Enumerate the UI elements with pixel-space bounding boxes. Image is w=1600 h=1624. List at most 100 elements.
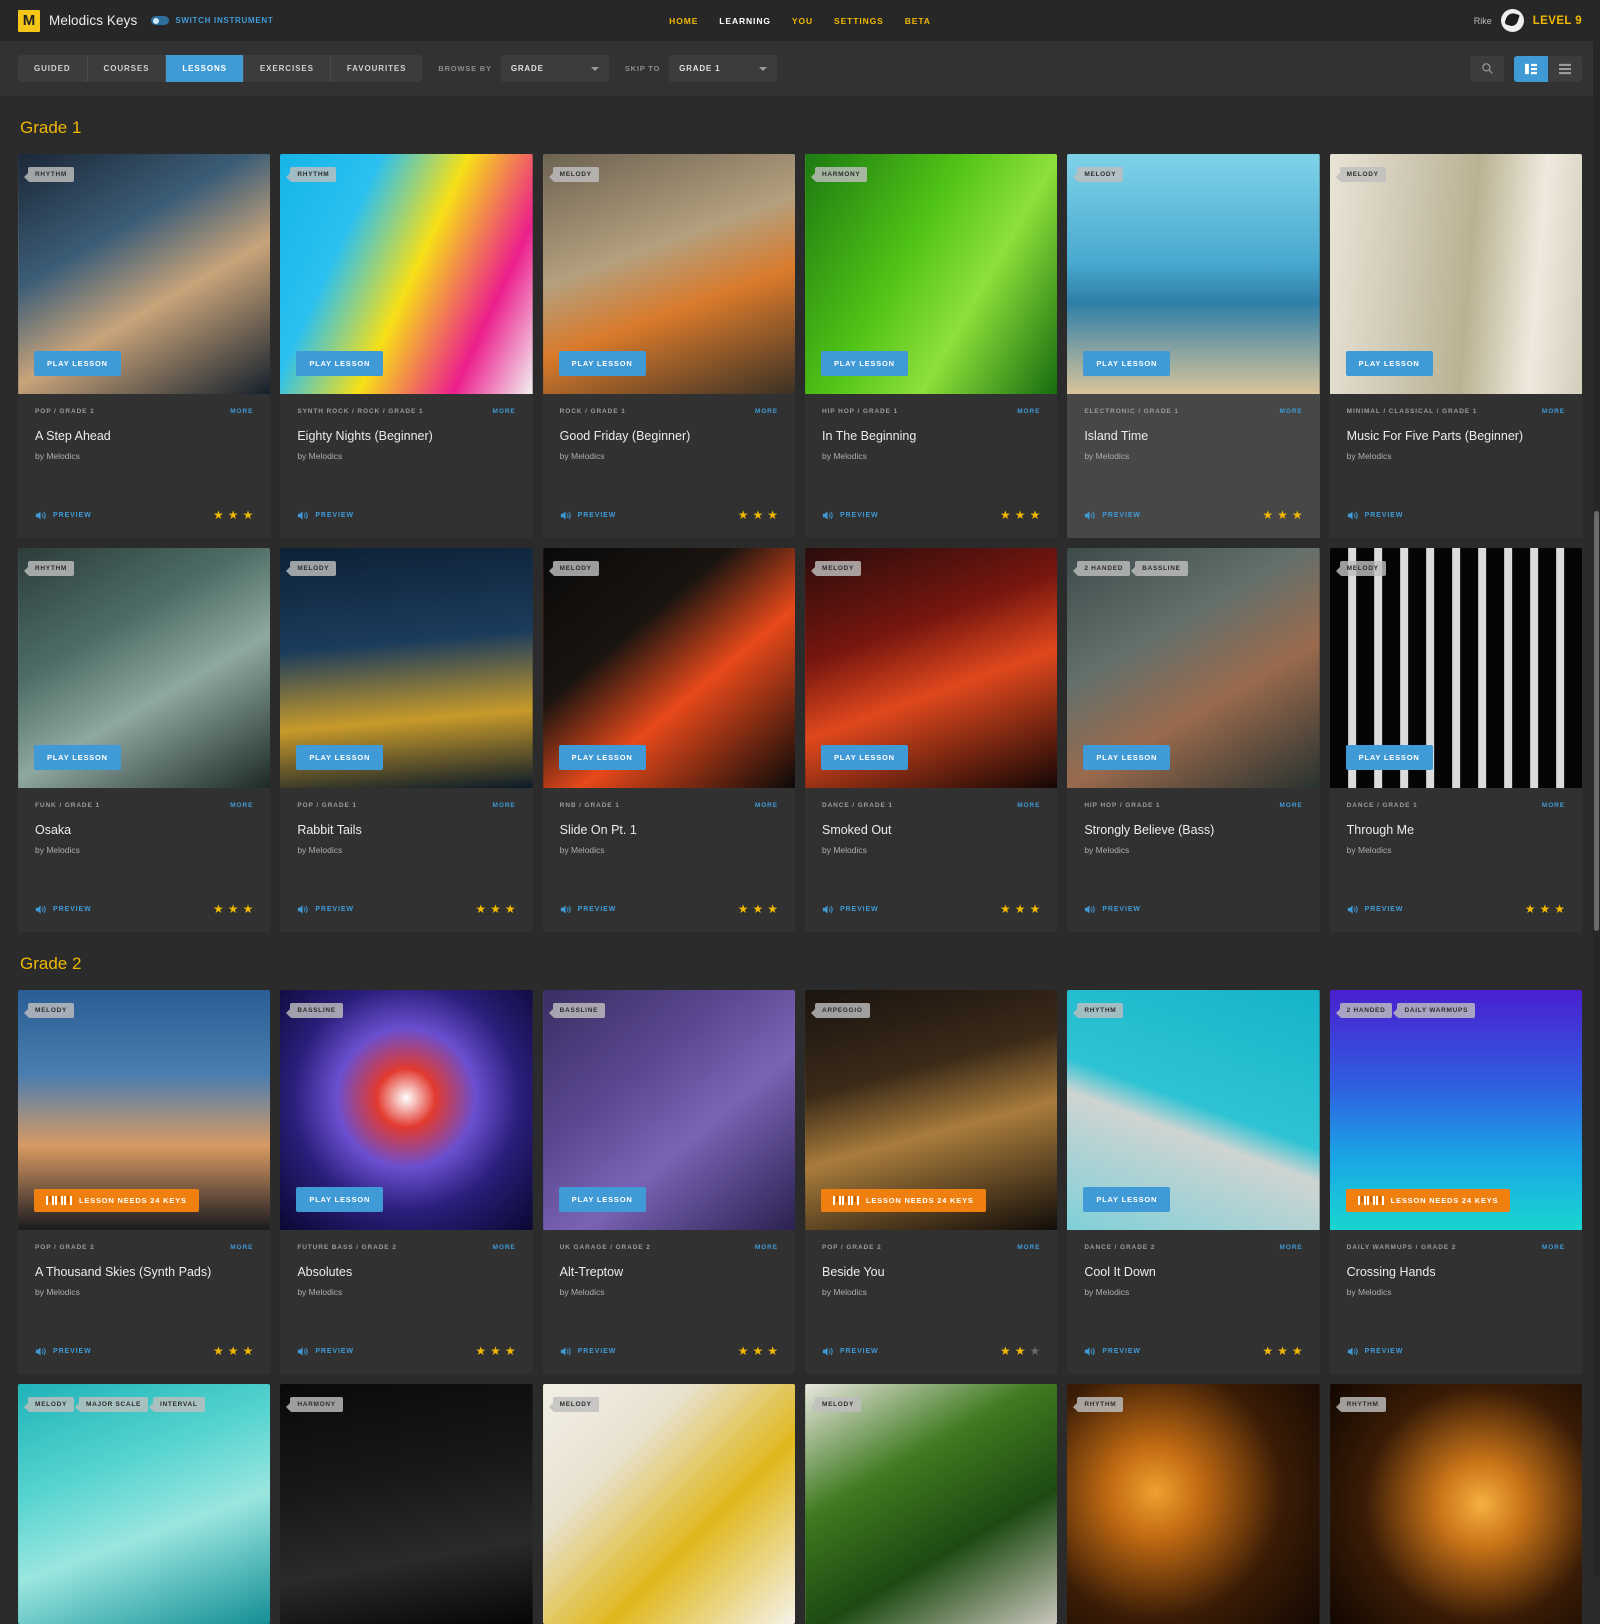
more-link[interactable]: MORE <box>1017 408 1040 415</box>
lesson-artwork[interactable]: MELODY PLAY LESSON <box>542 548 795 788</box>
lesson-artwork[interactable]: BASSLINE PLAY LESSON <box>280 990 533 1230</box>
more-link[interactable]: MORE <box>493 802 516 809</box>
lesson-artwork[interactable]: MELODY PLAY LESSON <box>280 548 533 788</box>
lesson-card[interactable]: MELODY <box>804 1384 1058 1624</box>
preview-button[interactable]: PREVIEW <box>560 904 617 915</box>
lesson-card[interactable]: HARMONY PLAY LESSON HIP HOP / GRADE 1 MORE I… <box>804 154 1058 538</box>
lesson-artwork[interactable]: HARMONY <box>280 1384 533 1624</box>
lesson-artwork[interactable]: MELODY PLAY LESSON <box>542 154 795 394</box>
lesson-card[interactable]: MELODY PLAY LESSON POP / GRADE 1 MORE Rabbit… <box>280 548 533 932</box>
preview-button[interactable]: PREVIEW <box>822 1346 879 1357</box>
more-link[interactable]: MORE <box>230 1244 253 1251</box>
tab-lessons[interactable]: LESSONS <box>166 55 244 82</box>
more-link[interactable]: MORE <box>493 408 516 415</box>
lesson-card[interactable]: RHYTHM PLAY LESSON POP / GRADE 1 MORE A Step… <box>18 154 271 538</box>
tab-guided[interactable]: GUIDED <box>18 55 88 82</box>
preview-button[interactable]: PREVIEW <box>560 1346 617 1357</box>
preview-button[interactable]: PREVIEW <box>822 510 879 521</box>
more-link[interactable]: MORE <box>230 408 253 415</box>
preview-button[interactable]: PREVIEW <box>35 510 92 521</box>
grid-view-button[interactable] <box>1514 55 1548 82</box>
preview-button[interactable]: PREVIEW <box>1084 904 1141 915</box>
lesson-card[interactable]: MELODY PLAY LESSON RNB / GRADE 1 MORE Slide … <box>542 548 795 932</box>
play-lesson-button[interactable]: PLAY LESSON <box>1083 745 1171 770</box>
lesson-card[interactable]: BASSLINE PLAY LESSON UK GARAGE / GRADE 2 MO… <box>542 990 795 1374</box>
lesson-artwork[interactable]: 2 HANDED DAILY WARMUPS LESSON NEEDS 24 KEY… <box>1329 990 1582 1230</box>
play-lesson-button[interactable]: PLAY LESSON <box>1345 745 1433 770</box>
play-lesson-button[interactable]: PLAY LESSON <box>296 1187 384 1212</box>
lesson-artwork[interactable]: MELODY MAJOR SCALE INTERVAL <box>18 1384 271 1624</box>
lesson-card[interactable]: RHYTHM <box>1067 1384 1320 1624</box>
play-lesson-button[interactable]: PLAY LESSON <box>1345 351 1433 376</box>
brand[interactable]: M Melodics Keys <box>18 9 137 32</box>
play-lesson-button[interactable]: PLAY LESSON <box>558 1187 646 1212</box>
lesson-card[interactable]: MELODY PLAY LESSON DANCE / GRADE 1 MORE Thro… <box>1329 548 1582 932</box>
preview-button[interactable]: PREVIEW <box>560 510 617 521</box>
list-view-button[interactable] <box>1548 55 1582 82</box>
more-link[interactable]: MORE <box>1280 408 1303 415</box>
lesson-artwork[interactable]: MELODY LESSON NEEDS 24 KEYS <box>18 990 271 1230</box>
preview-button[interactable]: PREVIEW <box>1347 510 1404 521</box>
lesson-artwork[interactable]: MELODY PLAY LESSON <box>1067 154 1320 394</box>
lesson-card[interactable]: 2 HANDED DAILY WARMUPS LESSON NEEDS 24 KEY… <box>1329 990 1582 1374</box>
more-link[interactable]: MORE <box>1542 1244 1565 1251</box>
search-button[interactable] <box>1470 55 1504 82</box>
play-lesson-button[interactable]: PLAY LESSON <box>296 351 384 376</box>
lesson-artwork[interactable]: RHYTHM PLAY LESSON <box>280 154 533 394</box>
lesson-card[interactable]: RHYTHM PLAY LESSON FUNK / GRADE 1 MORE Osaka… <box>18 548 271 932</box>
lesson-card[interactable]: HARMONY <box>280 1384 533 1624</box>
lesson-card[interactable]: MELODY MAJOR SCALE INTERVAL <box>18 1384 271 1624</box>
lesson-card[interactable]: ARPEGGIO LESSON NEEDS 24 KEYS POP / GRADE … <box>804 990 1058 1374</box>
play-lesson-button[interactable]: PLAY LESSON <box>820 745 908 770</box>
lesson-artwork[interactable]: RHYTHM <box>1329 1384 1582 1624</box>
switch-instrument-button[interactable]: SWITCH INSTRUMENT <box>151 16 273 25</box>
lesson-card[interactable]: MELODY <box>542 1384 795 1624</box>
more-link[interactable]: MORE <box>493 1244 516 1251</box>
lesson-artwork[interactable]: MELODY PLAY LESSON <box>1329 548 1582 788</box>
lesson-artwork[interactable]: HARMONY PLAY LESSON <box>804 154 1058 394</box>
preview-button[interactable]: PREVIEW <box>1084 1346 1141 1357</box>
preview-button[interactable]: PREVIEW <box>35 1346 92 1357</box>
lesson-artwork[interactable]: 2 HANDED BASSLINE PLAY LESSON <box>1067 548 1320 788</box>
lesson-card[interactable]: RHYTHM <box>1329 1384 1582 1624</box>
avatar[interactable] <box>1500 9 1524 32</box>
page-scrollbar[interactable] <box>1593 41 1600 1576</box>
nav-item-learning[interactable]: LEARNING <box>719 16 771 26</box>
lesson-card[interactable]: MELODY PLAY LESSON MINIMAL / CLASSICAL / G… <box>1329 154 1582 538</box>
more-link[interactable]: MORE <box>1017 1244 1040 1251</box>
tab-courses[interactable]: COURSES <box>88 55 167 82</box>
play-lesson-button[interactable]: PLAY LESSON <box>1083 1187 1171 1212</box>
preview-button[interactable]: PREVIEW <box>1084 510 1141 521</box>
browse-by-select[interactable]: GRADE <box>500 55 609 82</box>
more-link[interactable]: MORE <box>1017 802 1040 809</box>
nav-item-beta[interactable]: BETA <box>905 16 931 26</box>
tab-exercises[interactable]: EXERCISES <box>244 55 331 82</box>
more-link[interactable]: MORE <box>1542 408 1565 415</box>
more-link[interactable]: MORE <box>1280 1244 1303 1251</box>
lesson-card[interactable]: 2 HANDED BASSLINE PLAY LESSON HIP HOP / GRA… <box>1067 548 1320 932</box>
nav-item-you[interactable]: YOU <box>792 16 813 26</box>
lesson-artwork[interactable]: MELODY PLAY LESSON <box>804 548 1058 788</box>
lesson-artwork[interactable]: RHYTHM <box>1067 1384 1320 1624</box>
preview-button[interactable]: PREVIEW <box>297 1346 354 1357</box>
more-link[interactable]: MORE <box>755 802 778 809</box>
lesson-card[interactable]: RHYTHM PLAY LESSON SYNTH ROCK / ROCK / GRA… <box>280 154 533 538</box>
play-lesson-button[interactable]: PLAY LESSON <box>558 351 646 376</box>
preview-button[interactable]: PREVIEW <box>1347 1346 1404 1357</box>
preview-button[interactable]: PREVIEW <box>35 904 92 915</box>
preview-button[interactable]: PREVIEW <box>297 904 354 915</box>
skip-to-select[interactable]: GRADE 1 <box>669 55 778 82</box>
more-link[interactable]: MORE <box>230 802 253 809</box>
lesson-artwork[interactable]: ARPEGGIO LESSON NEEDS 24 KEYS <box>804 990 1058 1230</box>
tab-favourites[interactable]: FAVOURITES <box>331 55 423 82</box>
more-link[interactable]: MORE <box>755 408 778 415</box>
lesson-needs-keys-button[interactable]: LESSON NEEDS 24 KEYS <box>34 1189 199 1212</box>
lesson-card[interactable]: MELODY LESSON NEEDS 24 KEYS POP / GRADE 2 M… <box>18 990 271 1374</box>
play-lesson-button[interactable]: PLAY LESSON <box>1083 351 1171 376</box>
play-lesson-button[interactable]: PLAY LESSON <box>34 745 121 770</box>
lesson-card[interactable]: MELODY PLAY LESSON ROCK / GRADE 1 MORE Good … <box>542 154 795 538</box>
nav-item-home[interactable]: HOME <box>669 16 698 26</box>
more-link[interactable]: MORE <box>1280 802 1303 809</box>
lesson-artwork[interactable]: MELODY <box>542 1384 795 1624</box>
lesson-artwork[interactable]: RHYTHM PLAY LESSON <box>1067 990 1320 1230</box>
